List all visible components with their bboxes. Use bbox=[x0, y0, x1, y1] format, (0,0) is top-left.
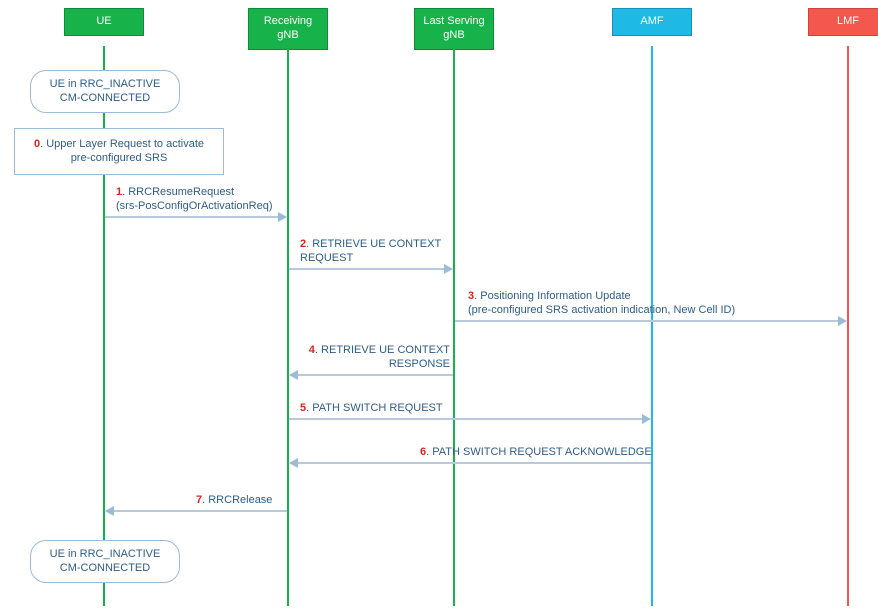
participant-ue: UE bbox=[64, 8, 144, 36]
participant-lsgnb: Last ServinggNB bbox=[414, 8, 494, 50]
participant-rgnb: ReceivinggNB bbox=[248, 8, 328, 50]
msg-3-text: . Positioning Information Update(pre-con… bbox=[468, 290, 735, 316]
msg-3-label: 3. Positioning Information Update(pre-co… bbox=[468, 290, 735, 318]
note-0-text: . Upper Layer Request to activatepre-con… bbox=[40, 138, 204, 164]
arrow-3 bbox=[455, 320, 846, 322]
arrow-2 bbox=[289, 268, 452, 270]
arrow-4 bbox=[290, 374, 453, 376]
msg-4-label: 4. RETRIEVE UE CONTEXTRESPONSE bbox=[300, 344, 450, 372]
msg-1-text: . RRCResumeRequest(srs-PosConfigOrActiva… bbox=[116, 186, 273, 212]
arrow-5 bbox=[289, 418, 650, 420]
msg-4-text: . RETRIEVE UE CONTEXTRESPONSE bbox=[315, 344, 450, 370]
msg-2-text: . RETRIEVE UE CONTEXTREQUEST bbox=[300, 238, 441, 264]
lifeline-lsgnb bbox=[453, 46, 455, 606]
state-bottom: UE in RRC_INACTIVECM-CONNECTED bbox=[30, 540, 180, 583]
msg-7-label: 7. RRCRelease bbox=[196, 494, 272, 508]
msg-7-text: . RRCRelease bbox=[202, 494, 272, 506]
lifeline-rgnb bbox=[287, 46, 289, 606]
state-top-text: UE in RRC_INACTIVECM-CONNECTED bbox=[50, 78, 161, 104]
state-bottom-text: UE in RRC_INACTIVECM-CONNECTED bbox=[50, 548, 161, 574]
arrow-6 bbox=[290, 462, 651, 464]
msg-6-label: 6. PATH SWITCH REQUEST ACKNOWLEDGE bbox=[420, 446, 652, 460]
lifeline-lmf bbox=[847, 46, 849, 606]
participant-lmf-label: LMF bbox=[837, 15, 859, 27]
participant-lmf: LMF bbox=[808, 8, 878, 36]
lifeline-amf bbox=[651, 46, 653, 606]
msg-2-label: 2. RETRIEVE UE CONTEXTREQUEST bbox=[300, 238, 441, 266]
arrow-1 bbox=[105, 216, 286, 218]
msg-6-text: . PATH SWITCH REQUEST ACKNOWLEDGE bbox=[426, 446, 652, 458]
participant-rgnb-label: ReceivinggNB bbox=[264, 15, 312, 41]
note-step-0: 0. Upper Layer Request to activatepre-co… bbox=[14, 128, 224, 175]
msg-5-text: . PATH SWITCH REQUEST bbox=[306, 402, 443, 414]
participant-amf-label: AMF bbox=[640, 15, 663, 27]
participant-lsgnb-label: Last ServinggNB bbox=[423, 15, 484, 41]
participant-ue-label: UE bbox=[96, 15, 111, 27]
participant-amf: AMF bbox=[612, 8, 692, 36]
state-top: UE in RRC_INACTIVECM-CONNECTED bbox=[30, 70, 180, 113]
msg-5-label: 5. PATH SWITCH REQUEST bbox=[300, 402, 443, 416]
msg-1-label: 1. RRCResumeRequest(srs-PosConfigOrActiv… bbox=[116, 186, 273, 214]
arrow-7 bbox=[106, 510, 287, 512]
